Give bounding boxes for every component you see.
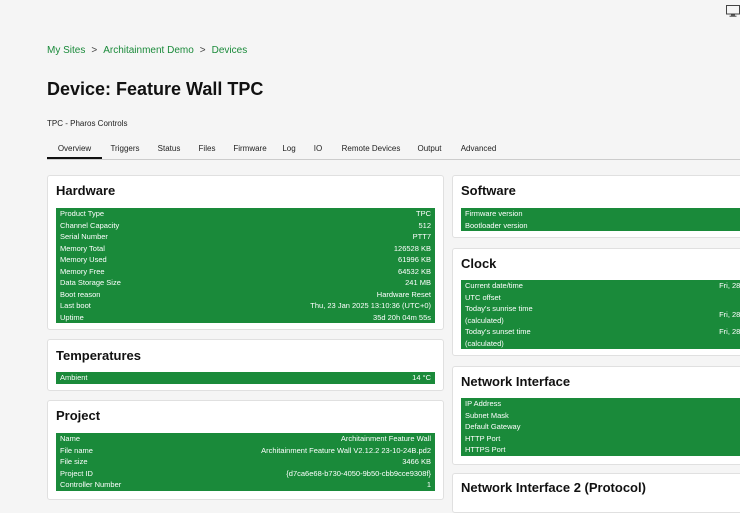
- table-row: Subnet Mask: [465, 410, 509, 420]
- tab-status[interactable]: Status: [148, 138, 190, 159]
- network-interface-title: Network Interface: [461, 374, 571, 389]
- software-card: Software Firmware version Bootloader ver…: [452, 175, 740, 238]
- tab-output[interactable]: Output: [408, 138, 451, 159]
- temperatures-card: Temperatures Ambient 14 °C: [47, 339, 444, 391]
- network-interface-card: Network Interface IP Address Subnet Mask…: [452, 366, 740, 465]
- table-row: Firmware version: [465, 209, 523, 218]
- page-title: Device: Feature Wall TPC: [47, 79, 264, 99]
- table-row: HTTPS Port: [465, 445, 506, 454]
- hardware-card: Hardware Product Type TPC Channel Capacit…: [47, 175, 444, 330]
- table-row: Default Gateway: [465, 422, 521, 431]
- table-row: UTC offset: [465, 292, 501, 302]
- table-row: File name Architainment Feature Wall V2.1…: [60, 445, 431, 455]
- tab-bar: Overview Triggers Status Files Firmware …: [47, 138, 740, 160]
- table-row: Uptime 35d 20h 04m 55s: [60, 312, 431, 322]
- table-row: Current date/timeFri, 28 F: [465, 281, 740, 290]
- tab-files[interactable]: Files: [190, 138, 224, 159]
- table-row: Memory Total 126528 KB: [60, 243, 431, 253]
- breadcrumb-separator: >: [199, 45, 206, 56]
- temperatures-table: Ambient 14 °C: [56, 372, 435, 384]
- table-row: Product Type TPC: [60, 209, 431, 218]
- tab-remote-devices[interactable]: Remote Devices: [334, 138, 408, 159]
- temperatures-title: Temperatures: [56, 348, 142, 363]
- monitor-icon[interactable]: [726, 5, 740, 17]
- tab-overview[interactable]: Overview: [47, 138, 102, 159]
- clock-table: Current date/timeFri, 28 F UTC offset To…: [461, 280, 740, 349]
- software-title: Software: [461, 183, 516, 198]
- network-interface-table: IP Address Subnet Mask Default Gateway H…: [461, 398, 740, 456]
- project-title: Project: [56, 408, 101, 423]
- table-row: Channel Capacity 512: [60, 220, 431, 230]
- clock-title: Clock: [461, 256, 497, 271]
- breadcrumb-devices[interactable]: Devices: [212, 45, 248, 56]
- table-row: Today's sunset time (calculated) Fri, 28 …: [465, 327, 740, 348]
- table-row: Project ID {d7ca6e68-b730-4050-9b50-cbb9c…: [60, 468, 431, 478]
- software-table: Firmware version Bootloader version: [461, 208, 740, 231]
- table-row: HTTP Port: [465, 433, 501, 443]
- table-row: Ambient 14 °C: [60, 373, 431, 382]
- tab-log[interactable]: Log: [276, 138, 302, 159]
- table-row: Data Storage Size 241 MB: [60, 278, 431, 287]
- hardware-table: Product Type TPC Channel Capacity 512 Seri…: [56, 208, 435, 323]
- device-subtitle: TPC - Pharos Controls: [47, 119, 128, 128]
- table-row: Last boot Thu, 23 Jan 2025 13:10:36 (UTC+…: [60, 301, 431, 310]
- network-interface-2-card: Network Interface 2 (Protocol): [452, 473, 740, 513]
- breadcrumb-separator: >: [91, 45, 98, 56]
- tab-advanced[interactable]: Advanced: [451, 138, 506, 159]
- tab-firmware[interactable]: Firmware: [224, 138, 276, 159]
- tab-triggers[interactable]: Triggers: [102, 138, 148, 159]
- hardware-title: Hardware: [56, 183, 116, 198]
- project-card: Project Name Architainment Feature Wall F…: [47, 400, 444, 500]
- table-row: Boot reason Hardware Reset: [60, 289, 431, 299]
- table-row: Bootloader version: [465, 220, 528, 230]
- project-table: Name Architainment Feature Wall File name…: [56, 433, 435, 491]
- table-row: IP Address: [465, 399, 502, 408]
- tab-io[interactable]: IO: [302, 138, 334, 159]
- table-row: Controller Number 1: [60, 480, 431, 489]
- table-row: Serial Number PTT7: [60, 232, 431, 241]
- breadcrumb-site[interactable]: Architainment Demo: [103, 45, 194, 56]
- table-row: Name Architainment Feature Wall: [60, 434, 431, 443]
- breadcrumb-my-sites[interactable]: My Sites: [47, 45, 85, 56]
- clock-card: Clock Current date/timeFri, 28 F UTC off…: [452, 248, 740, 356]
- table-row: Today's sunrise time (calculated) Fri, 28…: [465, 304, 740, 325]
- table-row: Memory Used 61996 KB: [60, 255, 431, 264]
- table-row: Memory Free 64532 KB: [60, 266, 431, 276]
- breadcrumb: My Sites > Architainment Demo > Devices: [47, 45, 247, 56]
- table-row: File size 3466 KB: [60, 457, 431, 466]
